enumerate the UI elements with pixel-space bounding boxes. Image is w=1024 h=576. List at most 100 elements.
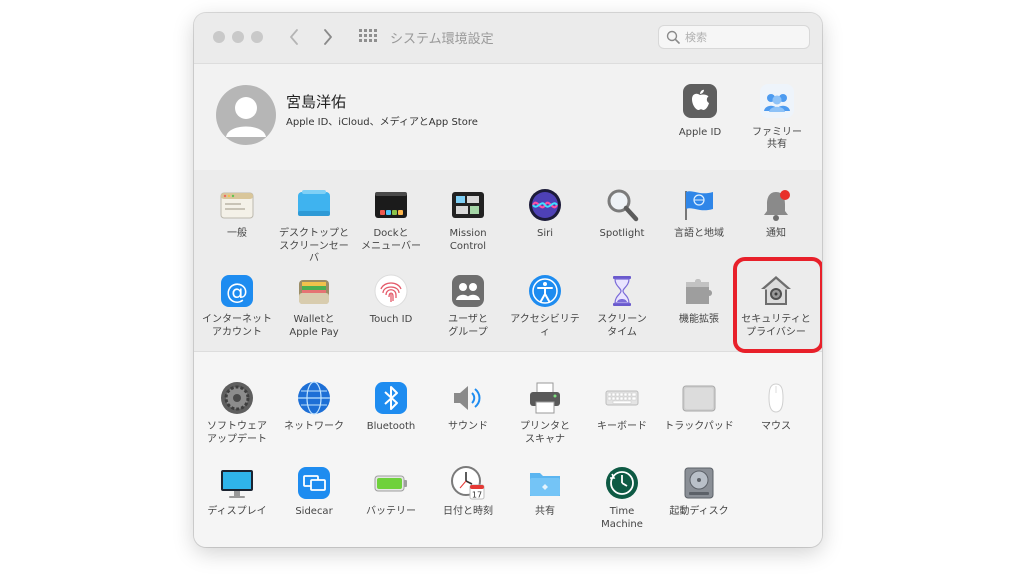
pane-keyboard[interactable]: キーボード	[583, 378, 661, 434]
pane-general-label: 一般	[227, 228, 247, 239]
pane-time-machine-label: Time Machine	[601, 506, 643, 530]
search-field[interactable]	[658, 25, 810, 49]
show-all-button[interactable]	[358, 27, 378, 47]
pane-touch-id-label: Touch ID	[369, 314, 413, 325]
pane-siri-label: Siri	[536, 228, 553, 239]
pane-mission-control[interactable]: Mission Control	[429, 185, 507, 253]
hourglass-icon	[613, 276, 631, 306]
folder-icon	[530, 473, 560, 496]
pane-language-label: 言語と地域	[674, 228, 724, 239]
search-icon	[666, 30, 680, 44]
pane-bluetooth[interactable]: Bluetooth	[352, 378, 430, 434]
pane-siri[interactable]: Siri	[506, 185, 584, 241]
zoom-window-button[interactable]	[251, 31, 263, 43]
spotlight-icon	[607, 189, 639, 222]
wallet-icon	[299, 280, 329, 304]
window-title: システム環境設定	[390, 32, 494, 47]
pane-sidecar[interactable]: Sidecar	[275, 463, 353, 519]
user-name: 宮島洋佑	[286, 93, 347, 111]
pane-internet-accounts[interactable]: @ インターネット アカウント	[198, 271, 276, 339]
pane-accessibility[interactable]: アクセシビリティ	[506, 271, 584, 339]
pane-bluetooth-label: Bluetooth	[366, 421, 416, 432]
flag-icon	[685, 191, 713, 220]
chevron-left-icon	[290, 29, 298, 45]
pane-wallet-label: Walletと Apple Pay	[289, 314, 339, 338]
pane-language-region[interactable]: 言語と地域	[660, 185, 738, 241]
pane-sidecar-label: Sidecar	[295, 506, 333, 517]
dock-icon	[375, 192, 407, 218]
chevron-right-icon	[324, 29, 332, 45]
pane-time-machine[interactable]: Time Machine	[583, 463, 661, 531]
pane-network-label: ネットワーク	[284, 421, 344, 432]
fingerprint-icon	[374, 274, 408, 308]
clock-icon: 17	[451, 466, 485, 500]
grid-icon	[359, 29, 377, 42]
pane-general[interactable]: 一般	[198, 185, 276, 241]
display-icon	[221, 470, 253, 498]
pane-printers-scanners[interactable]: プリンタと スキャナ	[506, 378, 584, 446]
apple-id-label: Apple ID	[678, 127, 722, 138]
pane-sharing-label: 共有	[535, 506, 555, 517]
pane-notifications-label: 通知	[766, 228, 786, 239]
pane-mouse-label: マウス	[761, 421, 791, 432]
siri-icon	[529, 189, 561, 221]
account-subtitle: Apple ID、iCloud、メディアとApp Store	[286, 117, 478, 128]
apple-id-pane[interactable]: Apple ID	[664, 81, 736, 139]
pane-dock-menubar[interactable]: Dockと メニューバー	[352, 185, 430, 253]
account-section: 宮島洋佑 Apple ID、iCloud、メディアとApp Store Appl…	[194, 63, 822, 171]
pane-displays-label: ディスプレイ	[207, 506, 267, 517]
close-window-button[interactable]	[213, 31, 225, 43]
pane-trackpad-label: トラックパッド	[664, 421, 734, 432]
pane-sound[interactable]: サウンド	[429, 378, 507, 434]
desktop-icon	[298, 190, 330, 216]
pane-wallet-applepay[interactable]: Walletと Apple Pay	[275, 271, 353, 339]
pane-mouse[interactable]: マウス	[737, 378, 815, 434]
family-sharing-pane[interactable]: ファミリー 共有	[741, 81, 813, 151]
pane-touch-id[interactable]: Touch ID	[352, 271, 430, 327]
pane-users-groups[interactable]: ユーザと グループ	[429, 271, 507, 339]
pane-software-update[interactable]: ソフトウェア アップデート	[198, 378, 276, 446]
pane-screen-time[interactable]: スクリーン タイム	[583, 271, 661, 339]
pane-network[interactable]: ネットワーク	[275, 378, 353, 434]
pane-desktop-label: デスクトップと スクリーンセーバ	[279, 228, 349, 264]
time-machine-icon	[606, 467, 638, 499]
pane-users-label: ユーザと グループ	[448, 314, 488, 338]
pane-spotlight[interactable]: Spotlight	[583, 185, 661, 241]
forward-button[interactable]	[316, 25, 340, 49]
pane-printers-label: プリンタと スキャナ	[520, 421, 570, 445]
pane-date-time-label: 日付と時刻	[443, 506, 493, 517]
pane-trackpad[interactable]: トラックパッド	[660, 378, 738, 434]
sidecar-icon	[298, 467, 330, 499]
pane-accessibility-label: アクセシビリティ	[510, 314, 580, 338]
back-button[interactable]	[282, 25, 306, 49]
pane-startup-disk-label: 起動ディスク	[669, 506, 729, 517]
gear-icon	[221, 382, 253, 414]
family-icon	[760, 84, 794, 118]
mission-control-icon	[452, 192, 484, 218]
pane-battery-label: バッテリー	[366, 506, 416, 517]
pane-spotlight-label: Spotlight	[599, 228, 645, 239]
pane-sharing[interactable]: 共有	[506, 463, 584, 519]
avatar[interactable]	[216, 85, 276, 145]
pane-desktop-screensaver[interactable]: デスクトップと スクリーンセーバ	[275, 185, 353, 266]
pane-displays[interactable]: ディスプレイ	[198, 463, 276, 519]
bluetooth-icon	[375, 382, 407, 414]
pane-battery[interactable]: バッテリー	[352, 463, 430, 519]
pane-notifications[interactable]: 通知	[737, 185, 815, 241]
pane-date-time[interactable]: 17 日付と時刻	[429, 463, 507, 519]
printer-icon	[530, 382, 560, 414]
pane-extensions[interactable]: 機能拡張	[660, 271, 738, 327]
titlebar: システム環境設定	[194, 13, 822, 63]
pane-security-privacy[interactable]: セキュリティと プライバシー	[737, 271, 815, 339]
pane-software-update-label: ソフトウェア アップデート	[207, 421, 267, 445]
personal-prefs-section: 一般 デスクトップと スクリーンセーバ Dockと メニューバー Mission…	[194, 170, 822, 351]
svg-text:@: @	[226, 280, 248, 305]
battery-icon	[374, 475, 407, 492]
search-input[interactable]	[685, 29, 803, 45]
speaker-icon	[454, 386, 481, 410]
system-preferences-window: システム環境設定 宮島洋佑 Apple ID、iCloud、メディアとApp S…	[194, 13, 822, 547]
minimize-window-button[interactable]	[232, 31, 244, 43]
pane-startup-disk[interactable]: 起動ディスク	[660, 463, 738, 519]
hardware-prefs-section: ソフトウェア アップデート ネットワーク Bluetooth サウンド プリンタ…	[194, 351, 822, 547]
mouse-icon	[768, 383, 784, 413]
